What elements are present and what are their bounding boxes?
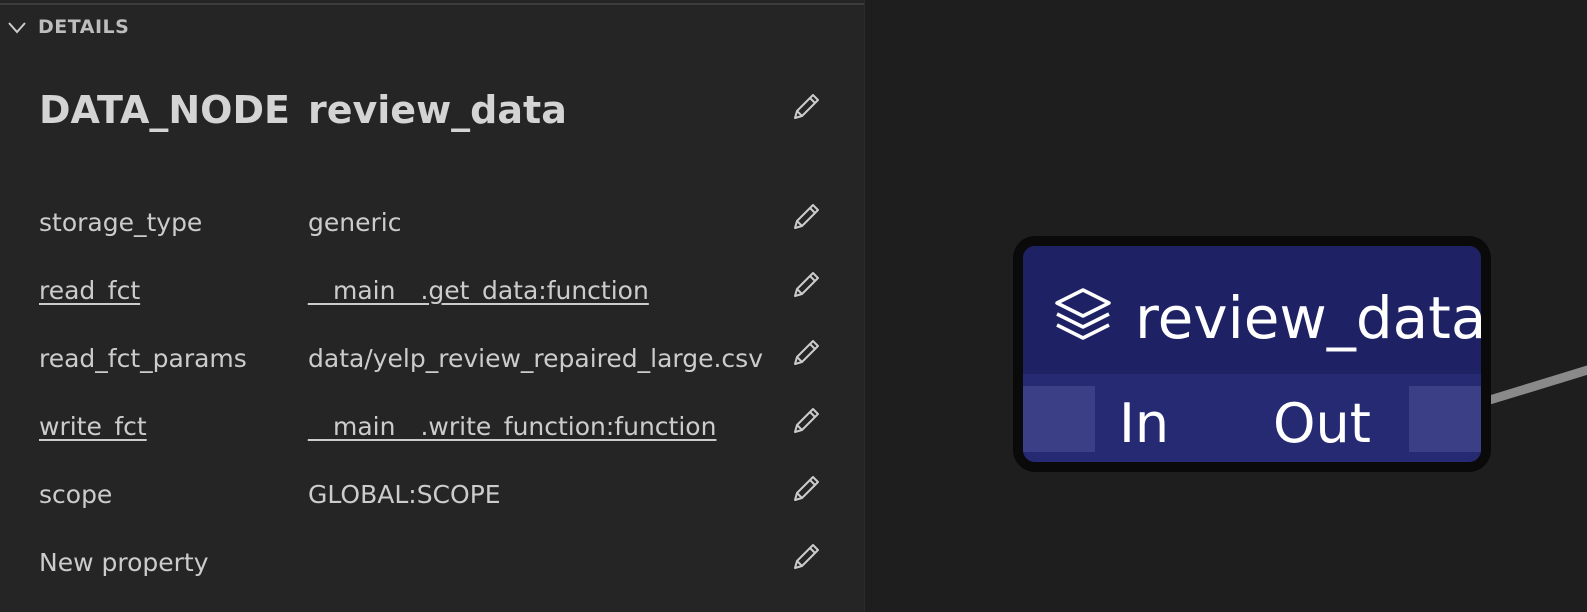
data-node-body: review_data In Out [1023, 246, 1481, 462]
graph-edge [1486, 364, 1587, 405]
property-row-new: New property [0, 542, 864, 582]
property-value: GLOBAL:SCOPE [308, 480, 501, 509]
data-node-label: review_data [1135, 284, 1481, 352]
chevron-down-icon [6, 16, 28, 38]
data-node-ports: In Out [1023, 374, 1481, 462]
node-type-label: DATA_NODE [39, 88, 290, 132]
edit-node-name-button[interactable] [789, 90, 823, 124]
property-row-write-fct: write_fct __main__.write_function:functi… [0, 406, 864, 446]
edit-property-button[interactable] [789, 404, 823, 438]
property-key: scope [39, 480, 113, 509]
edit-property-button[interactable] [789, 472, 823, 506]
input-port[interactable] [1023, 386, 1095, 452]
layers-icon [1051, 282, 1115, 346]
property-row-scope: scope GLOBAL:SCOPE [0, 474, 864, 514]
property-key: read_fct_params [39, 344, 247, 373]
input-port-label: In [1119, 392, 1170, 455]
property-key: storage_type [39, 208, 203, 237]
pencil-icon [794, 544, 819, 569]
output-port-label: Out [1273, 392, 1371, 455]
data-node-header: review_data [1023, 246, 1481, 374]
pencil-icon [794, 340, 819, 365]
property-key-link[interactable]: read_fct [39, 276, 140, 305]
section-title: DETAILS [38, 16, 130, 38]
panel-border [864, 0, 865, 612]
property-key-link[interactable]: write_fct [39, 412, 147, 441]
add-property-button[interactable] [789, 540, 823, 574]
pencil-icon [794, 204, 819, 229]
node-name-label: review_data [308, 88, 567, 132]
property-row-storage-type: storage_type generic [0, 202, 864, 242]
property-value-link[interactable]: __main__.get_data:function [308, 276, 649, 305]
property-row-read-fct: read_fct __main__.get_data:function [0, 270, 864, 310]
new-property-label: New property [39, 548, 209, 577]
data-node-card[interactable]: review_data In Out [1013, 236, 1491, 472]
property-row-read-fct-params: read_fct_params data/yelp_review_repaire… [0, 338, 864, 378]
pencil-icon [794, 272, 819, 297]
pencil-icon [794, 408, 819, 433]
edit-property-button[interactable] [789, 336, 823, 370]
pencil-icon [794, 476, 819, 501]
edit-property-button[interactable] [789, 200, 823, 234]
pencil-icon [794, 94, 819, 119]
edit-property-button[interactable] [789, 268, 823, 302]
details-section-header[interactable]: DETAILS [6, 14, 129, 40]
property-value-link[interactable]: __main__.write_function:function [308, 412, 716, 441]
details-panel: DETAILS DATA_NODE review_data storage_ty… [0, 0, 864, 612]
panel-divider [0, 3, 864, 5]
output-port[interactable] [1409, 386, 1481, 452]
property-value: data/yelp_review_repaired_large.csv [308, 344, 763, 373]
property-value: generic [308, 208, 402, 237]
